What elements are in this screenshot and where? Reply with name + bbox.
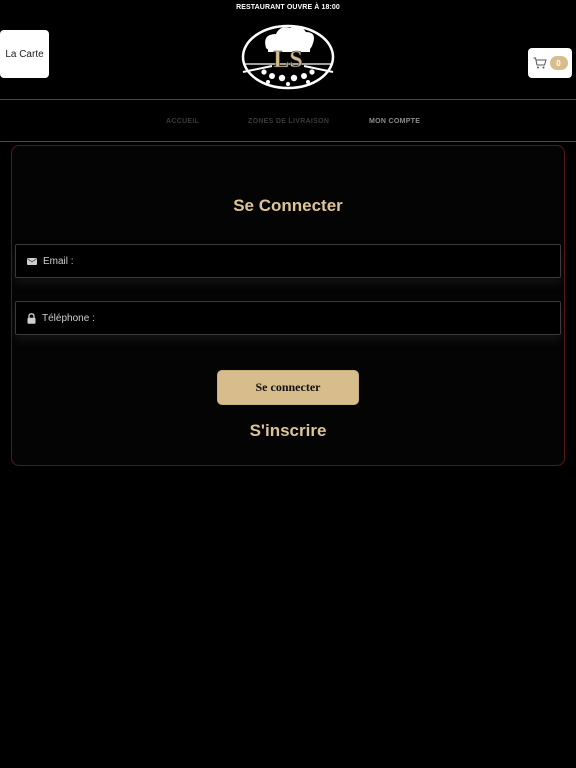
nav-divider (0, 141, 576, 142)
restaurant-logo[interactable]: LS (238, 20, 338, 92)
email-field[interactable]: Email : (15, 244, 561, 278)
sinscrire-link[interactable]: S'inscrire (0, 421, 576, 441)
mail-icon (27, 257, 37, 265)
header-divider (0, 99, 576, 100)
phone-placeholder: Téléphone : (42, 312, 95, 324)
cart-count-badge: 0 (549, 56, 568, 70)
logo-chef-hat-icon: LS (241, 24, 335, 90)
cart-icon (533, 57, 547, 69)
phone-field[interactable]: Téléphone : (15, 301, 561, 335)
restaurant-status: RESTAURANT OUVRE À 18:00 (236, 4, 340, 11)
la-carte-button[interactable]: La Carte (0, 30, 49, 78)
cart-button[interactable]: 0 (528, 48, 572, 78)
nav-item-mon-compte[interactable]: MON COMPTE (369, 118, 420, 125)
lock-icon (27, 312, 36, 324)
login-title: Se Connecter (233, 196, 343, 215)
se-connecter-button[interactable]: Se connecter (217, 370, 359, 405)
email-placeholder: Email : (43, 255, 74, 267)
main-nav: ACCUEIL ZONES DE LIVRAISON MON COMPTE (0, 118, 576, 136)
nav-item-zones-de-livraison[interactable]: ZONES DE LIVRAISON (248, 118, 329, 125)
nav-item-accueil[interactable]: ACCUEIL (166, 118, 199, 125)
logo-text: LS (273, 47, 302, 73)
